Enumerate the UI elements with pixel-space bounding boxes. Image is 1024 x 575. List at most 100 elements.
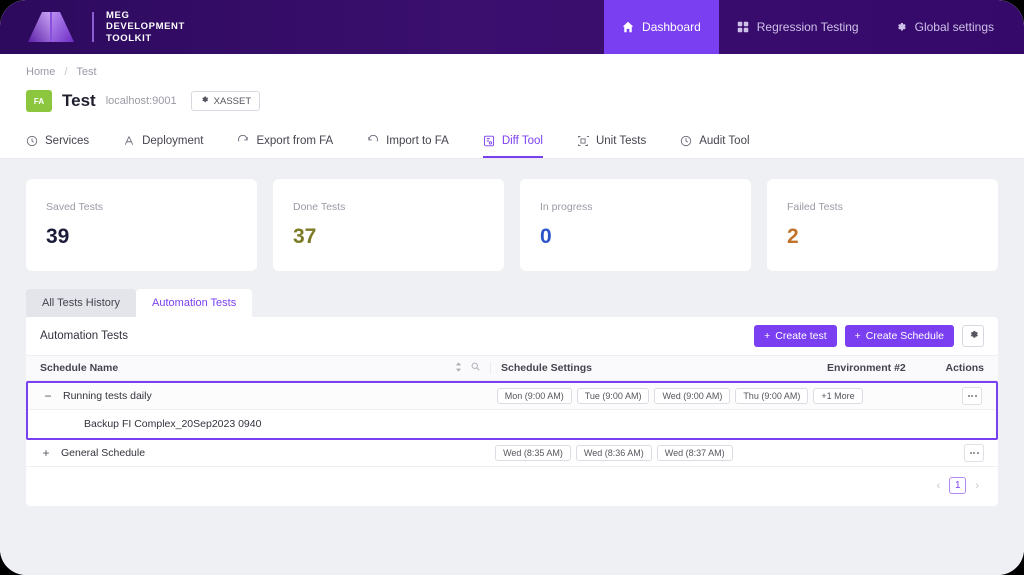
tab-label-services: Services	[45, 135, 90, 147]
tab-unit-tests[interactable]: Unit Tests	[577, 126, 646, 158]
export-icon	[237, 135, 249, 147]
stat-label-done-tests: Done Tests	[293, 201, 346, 213]
tab-label-audit-tool: Audit Tool	[699, 135, 750, 147]
breadcrumb-home[interactable]: Home	[26, 66, 55, 78]
child-row-name: Backup FI Complex_20Sep2023 0940	[84, 418, 262, 430]
column-schedule-settings: Schedule Settings	[490, 362, 827, 374]
stat-card-done-tests: Done Tests 37	[273, 179, 504, 271]
pagination-page-1[interactable]: 1	[949, 477, 967, 494]
tab-all-tests-history[interactable]: All Tests History	[26, 289, 137, 317]
table-header: Schedule Name Schedule Settings Environm…	[26, 355, 998, 381]
gear-icon	[968, 327, 979, 345]
schedule-chip[interactable]: Wed (8:37 AM)	[656, 445, 733, 461]
row-chips: Mon (9:00 AM) Tue (9:00 AM) Wed (9:00 AM…	[152, 388, 962, 404]
tab-label-unit-tests: Unit Tests	[595, 135, 647, 147]
stat-label-in-progress: In progress	[540, 201, 593, 213]
grid-icon	[737, 21, 749, 33]
automation-tests-panel: Automation Tests + Create test + Create …	[26, 317, 998, 506]
xasset-chip[interactable]: XASSET	[190, 91, 261, 111]
stat-card-row: Saved Tests 39 Done Tests 37 In progress…	[26, 179, 998, 271]
panel-header: Automation Tests + Create test + Create …	[26, 317, 998, 355]
stat-label-saved-tests: Saved Tests	[46, 201, 104, 213]
unit-icon	[577, 135, 589, 147]
stat-value-saved-tests: 39	[46, 225, 70, 248]
brand-line-2: DEVELOPMENT	[106, 21, 185, 33]
tab-label-import-to-fa: Import to FA	[386, 135, 449, 147]
row-name: Running tests daily	[63, 390, 152, 402]
table-child-row[interactable]: Backup FI Complex_20Sep2023 0940	[28, 410, 996, 438]
breadcrumb-separator: /	[64, 66, 68, 78]
tab-automation-tests[interactable]: Automation Tests	[136, 289, 253, 317]
panel-actions: + Create test + Create Schedule	[754, 325, 984, 347]
pagination-prev-button[interactable]: ‹	[934, 480, 944, 492]
deploy-icon	[123, 135, 135, 147]
search-icon[interactable]	[471, 362, 480, 374]
page-title: Test	[62, 91, 96, 110]
panel-settings-button[interactable]	[962, 325, 984, 347]
schedule-chip[interactable]: Wed (9:00 AM)	[654, 388, 731, 404]
column-actions: Actions	[945, 362, 984, 374]
table-row[interactable]: − Running tests daily Mon (9:00 AM) Tue …	[28, 383, 996, 410]
main-content: Saved Tests 39 Done Tests 37 In progress…	[0, 159, 1024, 575]
topnav-item-regression-testing[interactable]: Regression Testing	[719, 0, 877, 54]
brand-logo-group[interactable]: MEG DEVELOPMENT TOOLKIT	[0, 10, 185, 45]
pagination-next-button[interactable]: ›	[972, 480, 982, 492]
audit-icon	[680, 135, 692, 147]
schedule-chip[interactable]: Wed (8:35 AM)	[495, 445, 571, 461]
expand-toggle-icon[interactable]: +	[40, 446, 52, 460]
gear-icon	[895, 21, 907, 33]
tab-deployment[interactable]: Deployment	[123, 126, 203, 158]
stat-value-failed-tests: 2	[787, 225, 799, 248]
stat-card-failed-tests: Failed Tests 2	[767, 179, 998, 271]
more-options-icon[interactable]	[964, 444, 984, 462]
schedule-chip[interactable]: Wed (8:36 AM)	[575, 445, 652, 461]
column-label-schedule-name: Schedule Name	[40, 362, 119, 374]
tab-label-deployment: Deployment	[142, 135, 204, 147]
create-schedule-button[interactable]: + Create Schedule	[844, 325, 954, 347]
more-options-icon[interactable]	[962, 387, 982, 405]
row-name: General Schedule	[61, 447, 146, 459]
meg-logo-icon	[26, 10, 80, 44]
collapse-toggle-icon[interactable]: −	[42, 389, 54, 403]
module-tabs: Services Deployment Export from FA Impor…	[0, 126, 1024, 159]
tab-import-to-fa[interactable]: Import to FA	[367, 126, 449, 158]
row-chips: Wed (8:35 AM) Wed (8:36 AM) Wed (8:37 AM…	[145, 445, 964, 461]
page-subheader: Home / Test FA Test localhost:9001 XASSE…	[0, 54, 1024, 112]
topnav-item-dashboard[interactable]: Dashboard	[604, 0, 719, 54]
plus-icon: +	[764, 330, 771, 342]
breadcrumb-current[interactable]: Test	[76, 66, 96, 78]
create-test-button[interactable]: + Create test	[754, 325, 837, 347]
plus-icon: +	[854, 330, 861, 342]
tab-label-export-from-fa: Export from FA	[256, 135, 334, 147]
topnav-item-global-settings[interactable]: Global settings	[877, 0, 1024, 54]
tab-services[interactable]: Services	[26, 126, 89, 158]
create-schedule-label: Create Schedule	[865, 330, 944, 342]
schedule-chip[interactable]: Tue (9:00 AM)	[576, 388, 650, 404]
sort-icon[interactable]	[454, 361, 463, 375]
schedule-chip[interactable]: Thu (9:00 AM)	[735, 388, 809, 404]
topnav-label-dashboard: Dashboard	[642, 20, 701, 34]
tab-label-diff-tool: Diff Tool	[501, 135, 543, 147]
column-environment: Environment #2	[827, 362, 906, 374]
stat-label-failed-tests: Failed Tests	[787, 201, 843, 213]
tab-diff-tool[interactable]: Diff Tool	[482, 126, 543, 158]
brand-line-3: TOOLKIT	[106, 32, 152, 44]
schedule-chip-more[interactable]: +1 More	[813, 388, 863, 404]
tab-audit-tool[interactable]: Audit Tool	[680, 126, 750, 158]
section-tabs: All Tests History Automation Tests	[26, 289, 998, 317]
schedule-chip[interactable]: Mon (9:00 AM)	[496, 388, 572, 404]
gear-icon	[200, 95, 209, 107]
project-host: localhost:9001	[105, 95, 177, 107]
environment-badge: FA	[26, 90, 52, 112]
create-test-label: Create test	[775, 330, 827, 342]
column-tools	[454, 361, 490, 375]
topnav-label-global-settings: Global settings	[914, 20, 994, 34]
column-schedule-name: Schedule Name	[40, 361, 490, 375]
table-row[interactable]: + General Schedule Wed (8:35 AM) Wed (8:…	[26, 440, 998, 467]
xasset-chip-label: XASSET	[213, 95, 252, 107]
stat-card-in-progress: In progress 0	[520, 179, 751, 271]
clock-icon	[26, 135, 38, 147]
top-navigation: Dashboard Regression Testing Global sett…	[604, 0, 1024, 54]
tab-export-from-fa[interactable]: Export from FA	[237, 126, 333, 158]
stat-card-saved-tests: Saved Tests 39	[26, 179, 257, 271]
